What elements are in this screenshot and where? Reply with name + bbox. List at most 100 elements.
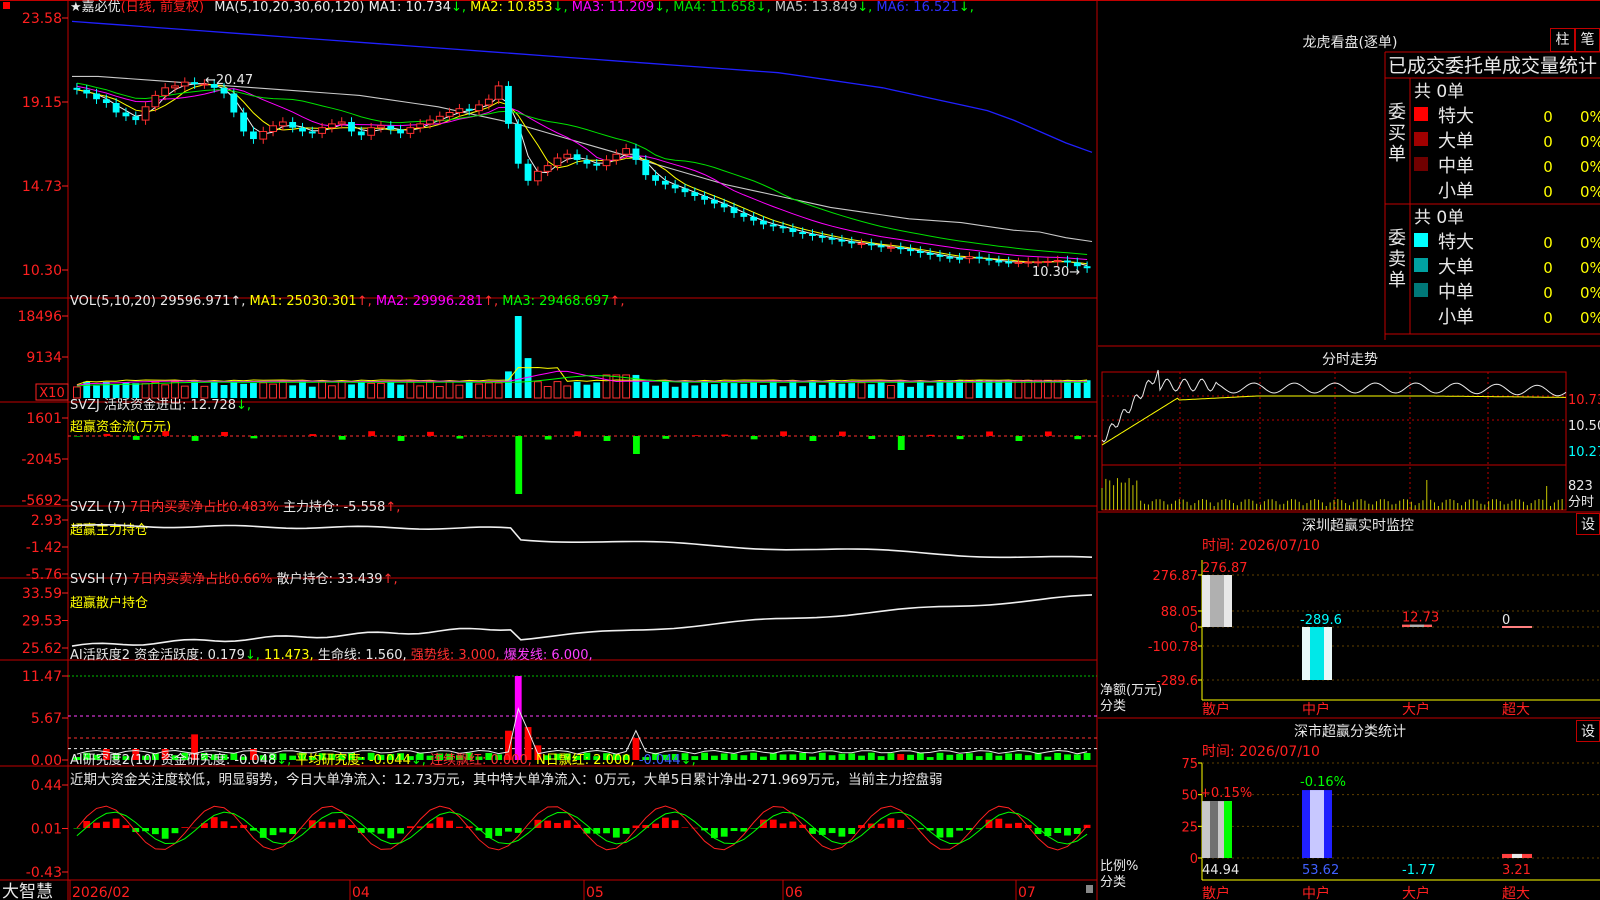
vol-bar-up: [445, 381, 454, 399]
vol-bar-down: [760, 384, 767, 398]
vol-bar-up: [328, 385, 336, 399]
candle-down: [299, 127, 306, 132]
candle-down: [573, 154, 581, 160]
vol-bar-up: [318, 381, 327, 399]
research-bar-pos: [348, 824, 355, 828]
vol-bar-down: [799, 386, 807, 398]
candle-up: [484, 98, 493, 106]
vol-bar-down: [348, 384, 355, 398]
research-bar-neg: [750, 828, 758, 829]
candle-down: [711, 199, 718, 204]
vol-ma-value: 29468.697: [539, 294, 610, 309]
vol-bar-down: [357, 382, 365, 398]
research-bar-neg: [279, 828, 287, 833]
monitor-tick-label: 276.87: [1153, 569, 1199, 584]
monitor-settings-button[interactable]: 设: [1576, 513, 1600, 535]
intraday-title: 分时走势: [1322, 352, 1378, 368]
research-bar-neg: [730, 828, 738, 832]
side-char: 单: [1388, 270, 1406, 291]
vol-bar-up: [426, 381, 434, 399]
research-bar-pos: [446, 820, 453, 828]
svsh-arrow: ↑,: [382, 572, 398, 587]
vol-bar-down: [132, 383, 140, 398]
classify-bar-label: 3.21: [1502, 863, 1531, 878]
active-bar: [828, 755, 836, 760]
ma-value: 11.209: [608, 0, 655, 15]
candle-up: [416, 123, 425, 129]
monitor-tick-label: -289.6: [1156, 674, 1198, 689]
monitor-time: 时间: 2026/07/10: [1202, 538, 1320, 554]
stock-name[interactable]: 嘉必优: [82, 0, 121, 15]
ma4-line: [76, 82, 1088, 255]
vol-bar-down: [769, 381, 777, 398]
dragon-title: 龙虎看盘(逐单): [1303, 34, 1398, 51]
research-bar-pos: [554, 822, 561, 828]
research-bar-pos: [563, 820, 571, 828]
active-axis-label: 5.67: [31, 711, 62, 727]
classify-bar-label: -1.77: [1402, 863, 1436, 878]
ma-arrow: ↓,: [958, 0, 974, 15]
vol-bar-up: [475, 383, 483, 399]
vol-bar-up: [965, 379, 974, 399]
order-type: 特大: [1438, 106, 1474, 127]
research-bar-neg: [1064, 828, 1071, 836]
monitor-bar-label: -289.6: [1300, 613, 1342, 628]
active-sep: ,: [402, 648, 411, 663]
svsh-title: SVSH (7): [70, 572, 132, 587]
active-bar: [858, 755, 865, 760]
candle-up: [426, 119, 434, 125]
vol-bar-down: [877, 382, 885, 398]
classify-ylabel2: 分类: [1100, 875, 1126, 890]
classify-bar-shade2: [1210, 801, 1218, 858]
svzj-bar-pos: [279, 435, 287, 437]
classify-category: 超大: [1502, 886, 1530, 900]
svzj-bar-neg: [456, 436, 464, 439]
research-bar-neg: [946, 828, 954, 838]
vol-bar-down: [1073, 380, 1081, 398]
research-bar-pos: [681, 827, 689, 828]
classify-tick-label: 0: [1190, 852, 1198, 867]
candle-down: [1083, 266, 1091, 269]
vol-bar-down: [916, 381, 924, 398]
vol-bar-up: [543, 385, 552, 399]
ma-label: MA5:: [770, 0, 812, 15]
research-bar-neg: [161, 828, 169, 839]
candle-down: [681, 188, 689, 193]
ma-label: MA1:: [368, 0, 406, 15]
svsh-axis-label: 29.53: [22, 614, 62, 630]
pen-mode-button[interactable]: 笔: [1575, 28, 1600, 52]
research-bar-neg: [495, 828, 503, 836]
vol-bar-down: [1064, 380, 1071, 398]
vol-bar-down: [505, 371, 512, 398]
research-bar-neg: [1034, 828, 1042, 835]
ma-arrow: ↓,: [654, 0, 670, 15]
svzj-bar-neg: [750, 436, 758, 440]
research-bar-pos: [1015, 822, 1022, 828]
research-bar-neg: [524, 828, 532, 829]
research-bar-pos: [769, 819, 777, 828]
classify-tick-label: 25: [1181, 820, 1198, 835]
classify-settings-button[interactable]: 设: [1576, 720, 1600, 742]
candle-down: [250, 131, 257, 140]
order-count: 共 0单: [1414, 208, 1464, 228]
adjust-label[interactable]: 前复权: [160, 0, 199, 15]
classify-bar-shade: [1224, 801, 1232, 858]
active-bar: [740, 755, 748, 760]
monitor-bar-shade: [1310, 627, 1324, 680]
research-bar-neg: [603, 828, 610, 834]
order-pct: 0%: [1580, 309, 1600, 327]
svzj-bar-neg: [809, 436, 817, 441]
vol-bar-down: [730, 383, 738, 398]
candle-down: [691, 192, 699, 196]
research-bar-neg: [269, 828, 277, 836]
ma3-line: [76, 85, 1088, 260]
svzj-arrow: ↓,: [236, 398, 252, 413]
vol-bar-down: [818, 384, 826, 398]
period-label[interactable]: 日线: [126, 0, 152, 15]
bar-mode-button[interactable]: 柱: [1550, 28, 1575, 52]
monitor-category: 超大: [1502, 702, 1530, 718]
vol-bar-down: [112, 384, 120, 398]
svzj-axis-label: 1601: [26, 411, 62, 427]
x-label: 04: [352, 885, 370, 900]
svzl-line: [71, 523, 1093, 559]
